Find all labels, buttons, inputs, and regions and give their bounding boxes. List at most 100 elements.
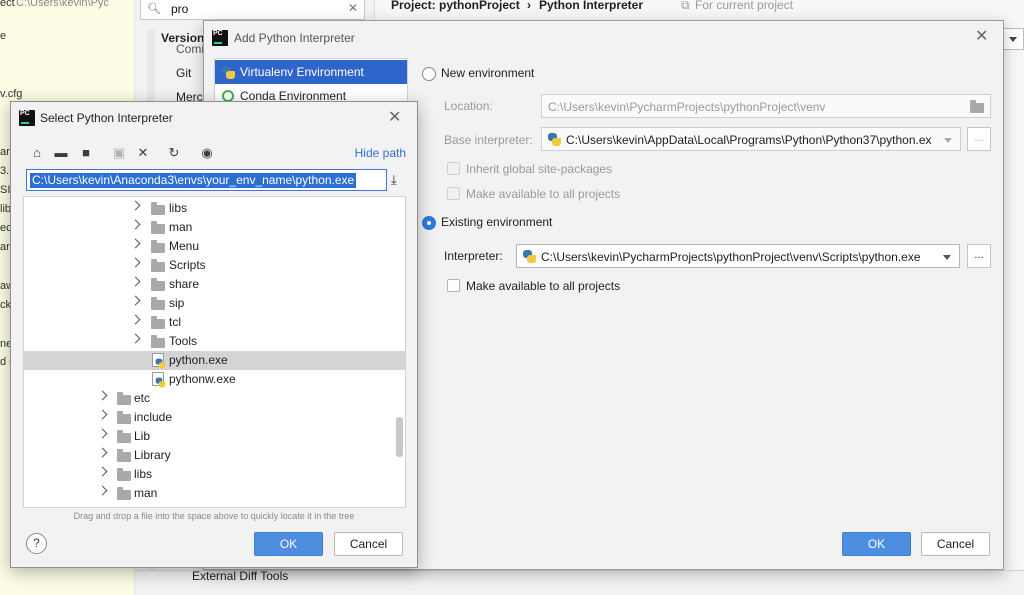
chevron-right-icon[interactable] [97, 447, 108, 458]
close-icon[interactable]: ✕ [388, 110, 401, 126]
show-hidden-icon[interactable]: ◉ [199, 146, 215, 160]
chevron-right-icon[interactable] [130, 219, 141, 230]
refresh-icon[interactable]: ↻ [166, 146, 182, 160]
tree-row-label: etc [134, 391, 151, 405]
new-folder-icon[interactable]: ▣ [111, 146, 127, 160]
cancel-button[interactable]: Cancel [921, 532, 990, 556]
chevron-right-icon[interactable] [97, 409, 108, 420]
breadcrumb-scope-icon: ⧉ [681, 0, 690, 12]
base-interpreter-select[interactable]: C:\Users\kevin\AppData\Local\Programs\Py… [541, 127, 961, 151]
folder-icon [151, 335, 165, 348]
tree-row-folder[interactable]: libs [24, 199, 405, 218]
project-folder-icon[interactable]: ■ [78, 146, 94, 160]
environment-type-list: Virtualenv Environment Conda Environment [214, 58, 408, 105]
clear-search-icon[interactable]: ✕ [348, 1, 358, 15]
chevron-right-icon[interactable] [130, 276, 141, 287]
download-icon[interactable]: ⤓ [391, 172, 397, 188]
dialog-title: Add Python Interpreter [234, 31, 355, 45]
tree-row-label: pythonw.exe [169, 372, 236, 386]
env-type-label: Virtualenv Environment [240, 65, 364, 79]
ok-button[interactable]: OK [254, 532, 323, 556]
tree-row-folder[interactable]: man [24, 484, 405, 503]
folder-icon [151, 240, 165, 253]
tree-row-folder[interactable]: tcl [24, 313, 405, 332]
python-icon [523, 250, 536, 263]
existing-make-available-checkbox[interactable] [447, 279, 460, 292]
editor-text: v.cfg [0, 88, 23, 100]
folder-icon [151, 221, 165, 234]
settings-item-git[interactable]: Git [176, 66, 191, 80]
folder-icon [151, 278, 165, 291]
env-type-virtualenv[interactable]: Virtualenv Environment [215, 60, 407, 84]
pycharm-logo-icon [19, 110, 35, 126]
desktop-icon[interactable]: ▬ [53, 146, 69, 160]
chevron-right-icon[interactable] [97, 428, 108, 439]
settings-item-commit[interactable]: Comi [176, 42, 204, 56]
cancel-button[interactable]: Cancel [334, 532, 403, 556]
chevron-right-icon[interactable] [97, 485, 108, 496]
path-input[interactable]: C:\Users\kevin\Anaconda3\envs\your_env_n… [26, 169, 387, 191]
tree-row-folder[interactable]: etc [24, 389, 405, 408]
existing-make-available-label: Make available to all projects [466, 279, 621, 293]
interpreter-browse-button[interactable]: ... [967, 244, 991, 268]
chevron-right-icon[interactable] [97, 390, 108, 401]
ok-button[interactable]: OK [842, 532, 911, 556]
folder-icon [117, 449, 131, 462]
tree-row-label: python.exe [169, 353, 228, 367]
new-env-make-available-checkbox[interactable] [447, 187, 460, 200]
base-interpreter-label: Base interpreter: [444, 133, 533, 147]
new-environment-label: New environment [441, 66, 535, 80]
settings-search-input[interactable]: 🔍︎ pro ✕ [140, 0, 365, 20]
tree-row-file-selected[interactable]: python.exe [24, 351, 405, 370]
base-interpreter-browse-button[interactable]: ... [967, 127, 991, 151]
tree-row-label: man [134, 486, 158, 500]
tree-row-file[interactable]: pythonw.exe [24, 370, 405, 389]
tree-row-label: sip [169, 296, 185, 310]
location-label: Location: [444, 99, 493, 113]
settings-item-external-diff-tools[interactable]: External Diff Tools [192, 569, 288, 583]
folder-icon [151, 297, 165, 310]
tree-scrollbar-thumb[interactable] [396, 417, 403, 457]
browse-folder-icon[interactable] [970, 100, 984, 113]
delete-icon[interactable]: ✕ [135, 146, 151, 160]
chevron-right-icon[interactable] [97, 466, 108, 477]
tree-row-folder[interactable]: sip [24, 294, 405, 313]
location-field[interactable]: C:\Users\kevin\PycharmProjects\pythonPro… [541, 94, 991, 118]
tree-row-folder[interactable]: Scripts [24, 256, 405, 275]
hide-path-link[interactable]: Hide path [355, 146, 406, 160]
tree-row-folder[interactable]: libs [24, 465, 405, 484]
tree-row-folder[interactable]: man [24, 218, 405, 237]
dialog-title: Select Python Interpreter [40, 111, 173, 125]
tree-row-folder[interactable]: Menu [24, 237, 405, 256]
inherit-site-packages-label: Inherit global site-packages [466, 162, 613, 176]
close-icon[interactable]: ✕ [975, 29, 988, 45]
interpreter-select[interactable]: C:\Users\kevin\PycharmProjects\pythonPro… [516, 244, 960, 268]
existing-environment-radio[interactable] [422, 216, 436, 230]
tree-row-folder[interactable]: Lib [24, 427, 405, 446]
chevron-down-icon [944, 138, 952, 143]
interpreter-label: Interpreter: [444, 249, 503, 263]
tree-row-label: man [169, 220, 193, 234]
folder-icon [117, 468, 131, 481]
chevron-right-icon[interactable] [130, 200, 141, 211]
tree-row-label: Lib [134, 429, 151, 443]
tree-row-folder[interactable]: Tools [24, 332, 405, 351]
folder-icon [151, 202, 165, 215]
tree-row-folder[interactable]: Library [24, 446, 405, 465]
tree-row-folder[interactable]: share [24, 275, 405, 294]
chevron-right-icon[interactable] [130, 295, 141, 306]
editor-text: ar [0, 241, 10, 253]
help-button[interactable]: ? [26, 533, 47, 554]
chevron-right-icon[interactable] [130, 257, 141, 268]
tree-row-label: Library [134, 448, 171, 462]
inherit-site-packages-checkbox[interactable] [447, 162, 460, 175]
new-environment-radio[interactable] [422, 67, 436, 81]
file-tree[interactable]: libs man Menu Scripts share sip tcl Tool… [23, 196, 406, 508]
home-icon[interactable]: ⌂ [29, 146, 45, 160]
tree-row-folder[interactable]: include [24, 408, 405, 427]
existing-environment-label: Existing environment [441, 215, 553, 229]
chevron-right-icon[interactable] [130, 314, 141, 325]
editor-text: ect [0, 0, 15, 9]
chevron-right-icon[interactable] [130, 333, 141, 344]
chevron-right-icon[interactable] [130, 238, 141, 249]
